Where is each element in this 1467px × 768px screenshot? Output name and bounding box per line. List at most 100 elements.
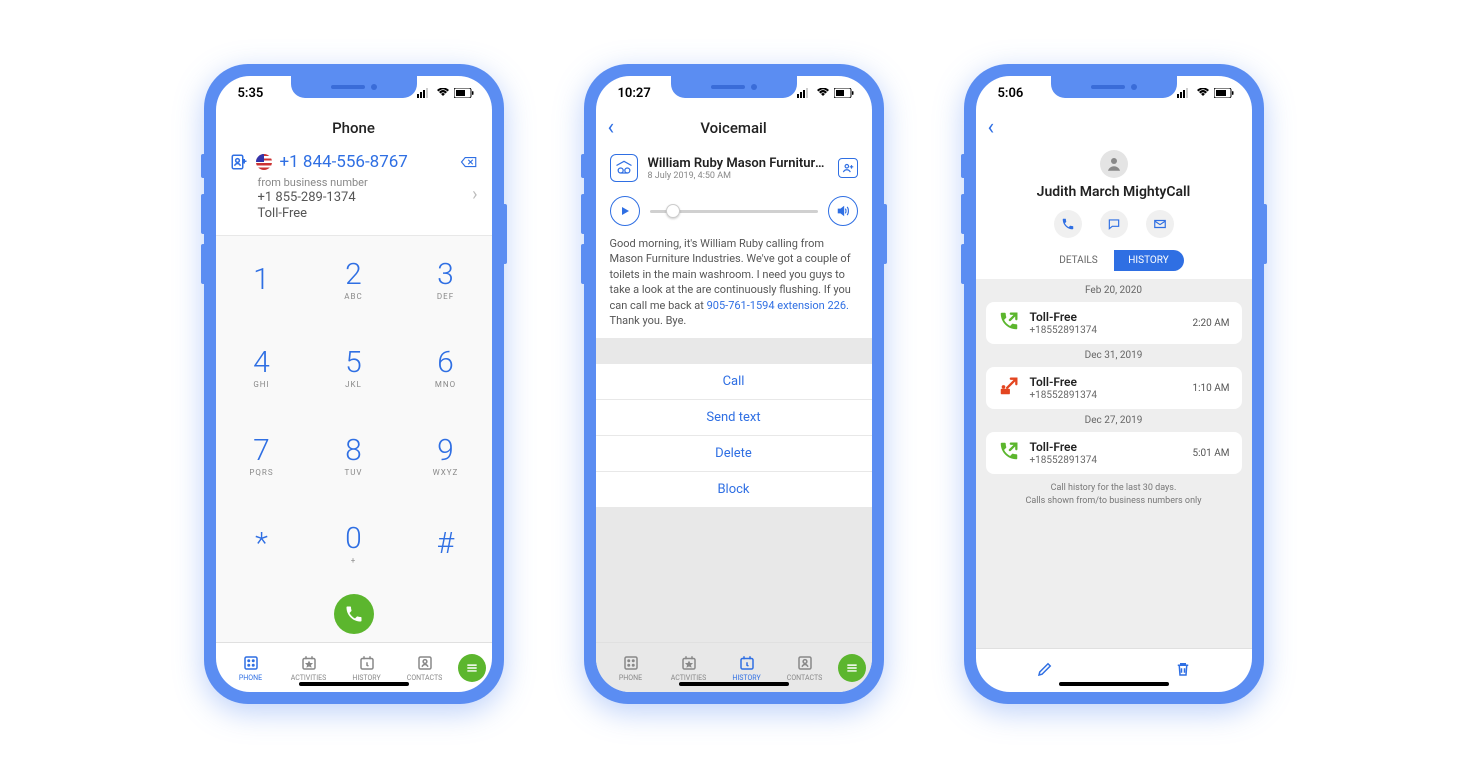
tab-contacts[interactable]: CONTACTS <box>396 654 454 682</box>
keypad-key-1[interactable]: 1 <box>216 236 308 324</box>
key-digit: 9 <box>437 436 454 466</box>
keypad-key-4[interactable]: 4GHI <box>216 324 308 412</box>
avatar <box>1100 150 1128 178</box>
tab-label: HISTORY <box>732 674 760 682</box>
key-letters: MNO <box>435 380 456 389</box>
tab-phone[interactable]: PHONE <box>602 654 660 682</box>
vm-action-delete[interactable]: Delete <box>596 436 872 472</box>
history-row[interactable]: Toll-Free+18552891374 1:10 AM <box>986 367 1242 409</box>
date-header: Dec 31, 2019 <box>976 344 1252 367</box>
key-digit: 1 <box>253 265 270 295</box>
play-button[interactable] <box>610 196 640 226</box>
key-letters: TUV <box>344 468 362 477</box>
key-letters: JKL <box>345 380 362 389</box>
vm-action-block[interactable]: Block <box>596 472 872 508</box>
home-indicator[interactable] <box>299 682 409 686</box>
dialed-number: +1 844-556-8767 <box>280 152 452 172</box>
key-digit: 5 <box>345 348 362 378</box>
call-contact-button[interactable] <box>1054 210 1082 238</box>
status-icons <box>797 88 854 98</box>
key-letters: ABC <box>344 292 362 301</box>
history-list[interactable]: Feb 20, 2020 Toll-Free+18552891374 2:20 … <box>976 279 1252 648</box>
key-letters: PQRS <box>249 468 273 477</box>
home-indicator[interactable] <box>679 682 789 686</box>
add-contact-icon[interactable] <box>230 153 248 171</box>
voicemail-actions: CallSend textDeleteBlock <box>596 338 872 642</box>
audio-slider[interactable] <box>650 210 818 213</box>
call-button[interactable] <box>334 594 374 634</box>
key-letters: WXYZ <box>433 468 459 477</box>
keypad-key-5[interactable]: 5 JKL <box>308 324 400 412</box>
vm-action-call[interactable]: Call <box>596 364 872 400</box>
tab-activities[interactable]: ACTIVITIES <box>660 654 718 682</box>
keypad-key-8[interactable]: 8 TUV <box>308 412 400 500</box>
edit-button[interactable] <box>1036 660 1054 682</box>
callback-number-link[interactable]: 905-761-1594 extension 226. <box>707 299 849 312</box>
date-header: Feb 20, 2020 <box>976 279 1252 302</box>
from-number-selector[interactable]: from business number +1 855-289-1374 Tol… <box>258 176 478 221</box>
tab-label: PHONE <box>619 674 642 682</box>
fab-menu-button[interactable] <box>458 654 486 682</box>
seg-history[interactable]: HISTORY <box>1114 250 1184 271</box>
history-time: 5:01 AM <box>1192 448 1229 459</box>
keypad-key-6[interactable]: 6MNO <box>400 324 492 412</box>
tab-phone[interactable]: PHONE <box>222 654 280 682</box>
nav-bar: ‹ Voicemail <box>596 110 872 146</box>
home-indicator[interactable] <box>1059 682 1169 686</box>
key-digit: 2 <box>345 260 362 290</box>
speaker-button[interactable] <box>828 196 858 226</box>
voicemail-icon <box>610 154 638 182</box>
key-letters: + <box>351 556 357 565</box>
email-contact-button[interactable] <box>1146 210 1174 238</box>
key-digit: 0 <box>345 524 362 554</box>
backspace-icon[interactable] <box>460 153 478 171</box>
tab-history[interactable]: HISTORY <box>718 654 776 682</box>
add-contact-button[interactable] <box>838 158 858 178</box>
tab-contacts[interactable]: CONTACTS <box>776 654 834 682</box>
tab-label: ACTIVITIES <box>671 674 707 682</box>
flag-us-icon[interactable] <box>256 154 272 170</box>
from-tag: Toll-Free <box>258 206 478 221</box>
message-contact-button[interactable] <box>1100 210 1128 238</box>
page-title: Voicemail <box>700 119 766 137</box>
phone-frame-voicemail: 10:27 ‹ Voicemail William Ruby Mason Fur… <box>584 64 884 704</box>
from-label: from business number <box>258 176 478 189</box>
delete-button[interactable] <box>1174 660 1192 682</box>
tab-label: CONTACTS <box>407 674 442 682</box>
caller-name: William Ruby Mason Furniture I... <box>648 156 828 171</box>
notch <box>671 76 797 98</box>
status-time: 10:27 <box>618 86 651 101</box>
missed-call-icon <box>998 375 1020 401</box>
history-row[interactable]: Toll-Free+18552891374 2:20 AM <box>986 302 1242 344</box>
key-digit: 3 <box>437 260 454 290</box>
key-digit: 8 <box>345 436 362 466</box>
contact-name: Judith March MightyCall <box>1037 184 1191 200</box>
key-digit: * <box>255 529 268 559</box>
fab-menu-button[interactable] <box>838 654 866 682</box>
key-digit: 4 <box>253 348 270 378</box>
keypad-key-9[interactable]: 9 WXYZ <box>400 412 492 500</box>
tab-history[interactable]: HISTORY <box>338 654 396 682</box>
back-button[interactable]: ‹ <box>988 117 995 139</box>
back-button[interactable]: ‹ <box>608 117 615 139</box>
keypad-key-7[interactable]: 7PQRS <box>216 412 308 500</box>
phone-frame-dialer: 5:35 Phone +1 844-556-8767 <box>204 64 504 704</box>
vm-action-send-text[interactable]: Send text <box>596 400 872 436</box>
keypad-key-0[interactable]: 0+ <box>308 500 400 588</box>
keypad-key-hash[interactable]: # <box>400 500 492 588</box>
tab-activities[interactable]: ACTIVITIES <box>280 654 338 682</box>
keypad-key-3[interactable]: 3DEF <box>400 236 492 324</box>
history-row[interactable]: Toll-Free+18552891374 5:01 AM <box>986 432 1242 474</box>
phone-frame-contact: 5:06 ‹ Judith March MightyCall <box>964 64 1264 704</box>
history-time: 2:20 AM <box>1192 318 1229 329</box>
seg-details[interactable]: DETAILS <box>1044 250 1114 271</box>
caller-date: 8 July 2019, 4:50 AM <box>648 171 828 181</box>
tab-label: ACTIVITIES <box>291 674 327 682</box>
keypad-key-star[interactable]: * <box>216 500 308 588</box>
outgoing-call-icon <box>998 310 1020 336</box>
keypad-key-2[interactable]: 2 ABC <box>308 236 400 324</box>
status-time: 5:35 <box>238 86 264 101</box>
page-title: Phone <box>332 119 375 137</box>
contact-profile: Judith March MightyCall <box>976 146 1252 250</box>
slider-thumb[interactable] <box>666 204 680 218</box>
